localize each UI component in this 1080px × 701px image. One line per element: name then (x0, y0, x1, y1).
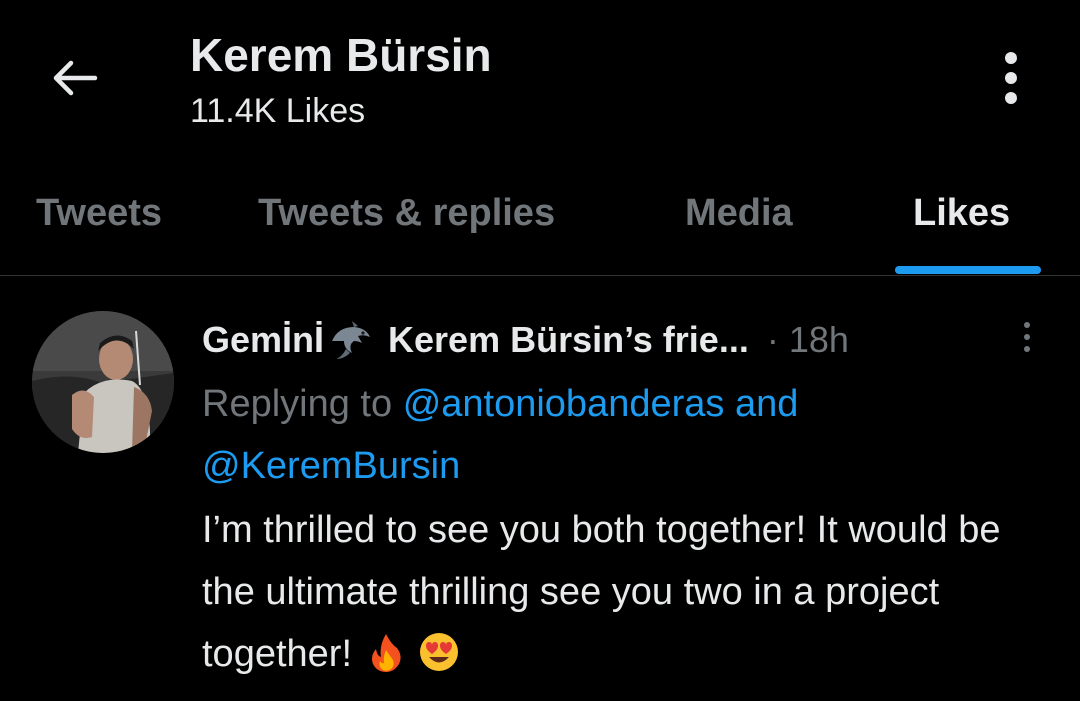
tweet-text: I’m thrilled to see you both together! I… (202, 499, 1032, 685)
more-options-button[interactable] (988, 48, 1034, 108)
heart-eyes-emoji (420, 633, 459, 671)
tweet-body: I’m thrilled to see you both together! I… (202, 509, 1001, 675)
avatar[interactable] (32, 311, 174, 453)
profile-header: Kerem Bürsin 11.4K Likes (0, 0, 1080, 170)
back-button[interactable] (40, 48, 110, 108)
tab-media[interactable]: Media (685, 192, 793, 235)
replying-to: Replying to @antoniobanderas and @KeremB… (202, 373, 1022, 497)
vertical-dots-icon (1005, 52, 1017, 104)
tab-tweets[interactable]: Tweets (36, 192, 162, 235)
likes-count: 11.4K Likes (190, 92, 366, 130)
tab-likes[interactable]: Likes (913, 192, 1010, 235)
mention-link[interactable]: @antoniobanderas (403, 383, 725, 425)
tweet-more-button[interactable] (1012, 317, 1042, 357)
separator-dot: · (766, 319, 779, 360)
tweet-header: Gemİnİ Kerem Bürsin’s frie... · 18h (202, 315, 849, 365)
mention-joiner[interactable]: and (735, 383, 798, 425)
profile-tabs: Tweets Tweets & replies Media Likes (0, 170, 1080, 276)
tweet[interactable]: Gemİnİ Kerem Bürsin’s frie... · 18h Repl… (0, 277, 1080, 701)
avatar-photo (32, 311, 174, 453)
fire-emoji (371, 634, 401, 672)
tweet-time[interactable]: 18h (789, 319, 849, 361)
tab-tweets-replies[interactable]: Tweets & replies (258, 192, 555, 235)
profile-likes-screen: Kerem Bürsin 11.4K Likes Tweets Tweets &… (0, 0, 1080, 701)
mention-link[interactable]: @KeremBursin (202, 445, 460, 487)
vertical-dots-icon (1024, 322, 1030, 352)
arrow-left-icon (53, 60, 98, 96)
author-name[interactable]: Gemİnİ (202, 319, 324, 361)
dolphin-icon (332, 321, 371, 359)
author-name-suffix[interactable]: Kerem Bürsin’s frie... (388, 319, 749, 361)
active-tab-indicator (895, 266, 1041, 274)
page-title: Kerem Bürsin (190, 29, 492, 81)
replying-prefix: Replying to (202, 383, 393, 425)
